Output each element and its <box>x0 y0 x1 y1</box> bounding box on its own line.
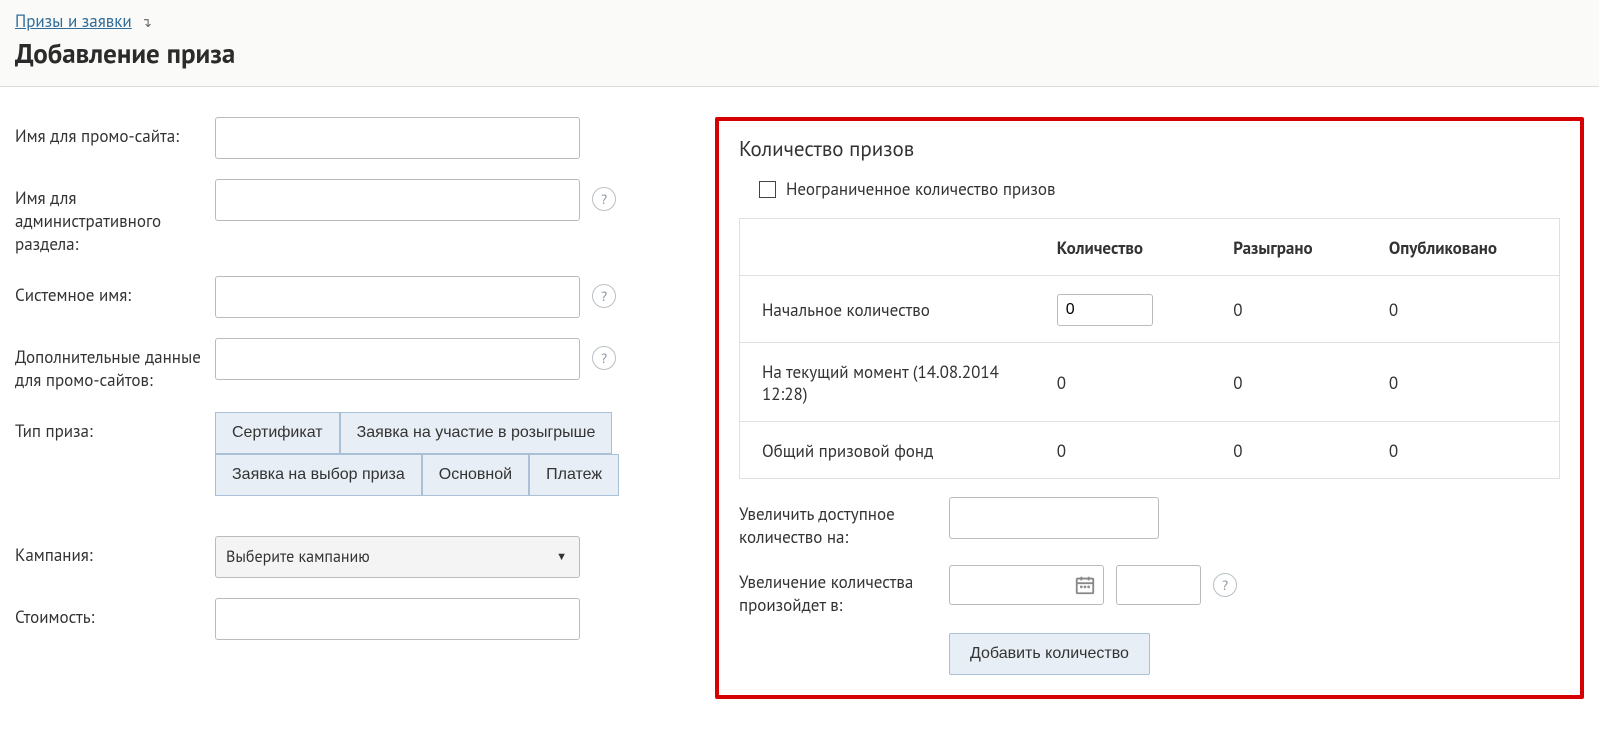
cell-drawn: 0 <box>1211 276 1367 343</box>
label-extra-data: Дополнительные данные для промо-сайтов: <box>15 338 215 392</box>
quantity-table: Количество Разыграно Опубликовано Началь… <box>739 218 1560 479</box>
prize-type-option-certificate[interactable]: Сертификат <box>215 412 340 454</box>
cell-published: 0 <box>1367 343 1560 422</box>
extra-data-input[interactable] <box>215 338 580 380</box>
cell-published: 0 <box>1367 276 1560 343</box>
cell-label: Начальное количество <box>740 276 1035 343</box>
breadcrumb-arrow-icon: ↴ <box>141 14 152 31</box>
campaign-select[interactable]: Выберите кампанию ▼ <box>215 536 580 578</box>
calendar-icon[interactable] <box>1074 574 1096 596</box>
th-label <box>740 219 1035 276</box>
label-promo-name: Имя для промо-сайта: <box>15 117 215 148</box>
prize-type-option-raffle[interactable]: Заявка на участие в розыгрыше <box>340 412 613 454</box>
cost-input[interactable] <box>215 598 580 640</box>
label-campaign: Кампания: <box>15 536 215 567</box>
prize-type-option-choice[interactable]: Заявка на выбор приза <box>215 454 422 496</box>
prize-quantity-panel: Количество призов Неограниченное количес… <box>715 117 1584 699</box>
table-row: На текущий момент (14.08.2014 12:28) 0 0… <box>740 343 1560 422</box>
table-row: Общий призовой фонд 0 0 0 <box>740 422 1560 479</box>
th-quantity: Количество <box>1035 219 1212 276</box>
breadcrumb: Призы и заявки ↴ <box>15 10 1584 32</box>
help-icon[interactable]: ? <box>592 284 616 308</box>
system-name-input[interactable] <box>215 276 580 318</box>
page-title: Добавление приза <box>15 37 1584 71</box>
th-drawn: Разыграно <box>1211 219 1367 276</box>
cell-label: Общий призовой фонд <box>740 422 1035 479</box>
unlimited-checkbox[interactable] <box>759 181 776 198</box>
breadcrumb-link-prizes[interactable]: Призы и заявки <box>15 10 132 32</box>
help-icon[interactable]: ? <box>1213 573 1237 597</box>
unlimited-label: Неограниченное количество призов <box>786 178 1055 200</box>
prize-form: Имя для промо-сайта: Имя для администрат… <box>15 117 665 699</box>
help-icon[interactable]: ? <box>592 187 616 211</box>
cell-drawn: 0 <box>1211 422 1367 479</box>
admin-name-input[interactable] <box>215 179 580 221</box>
cell-published: 0 <box>1367 422 1560 479</box>
th-published: Опубликовано <box>1367 219 1560 276</box>
prize-type-option-payment[interactable]: Платеж <box>529 454 619 496</box>
help-icon[interactable]: ? <box>592 346 616 370</box>
add-quantity-button[interactable]: Добавить количество <box>949 633 1150 675</box>
cell-drawn: 0 <box>1211 343 1367 422</box>
promo-name-input[interactable] <box>215 117 580 159</box>
label-admin-name: Имя для административного раздела: <box>15 179 215 256</box>
label-system-name: Системное имя: <box>15 276 215 307</box>
prize-type-group: Сертификат Заявка на участие в розыгрыше… <box>215 412 645 496</box>
panel-title: Количество призов <box>739 135 1560 162</box>
cell-label: На текущий момент (14.08.2014 12:28) <box>740 343 1035 422</box>
label-increase-by: Увеличить доступное количество на: <box>739 497 929 549</box>
label-cost: Стоимость: <box>15 598 215 629</box>
chevron-down-icon: ▼ <box>556 550 567 564</box>
prize-type-option-main[interactable]: Основной <box>422 454 529 496</box>
increase-at-time-input[interactable] <box>1116 565 1201 605</box>
label-increase-at: Увеличение количества произойдет в: <box>739 565 929 617</box>
label-prize-type: Тип приза: <box>15 412 215 443</box>
increase-by-input[interactable] <box>949 497 1159 539</box>
cell-qty: 0 <box>1035 343 1212 422</box>
initial-quantity-input[interactable] <box>1057 294 1153 326</box>
page-header: Призы и заявки ↴ Добавление приза <box>0 0 1599 87</box>
campaign-select-value: Выберите кампанию <box>226 547 370 567</box>
table-header-row: Количество Разыграно Опубликовано <box>740 219 1560 276</box>
cell-qty: 0 <box>1035 422 1212 479</box>
table-row: Начальное количество 0 0 <box>740 276 1560 343</box>
